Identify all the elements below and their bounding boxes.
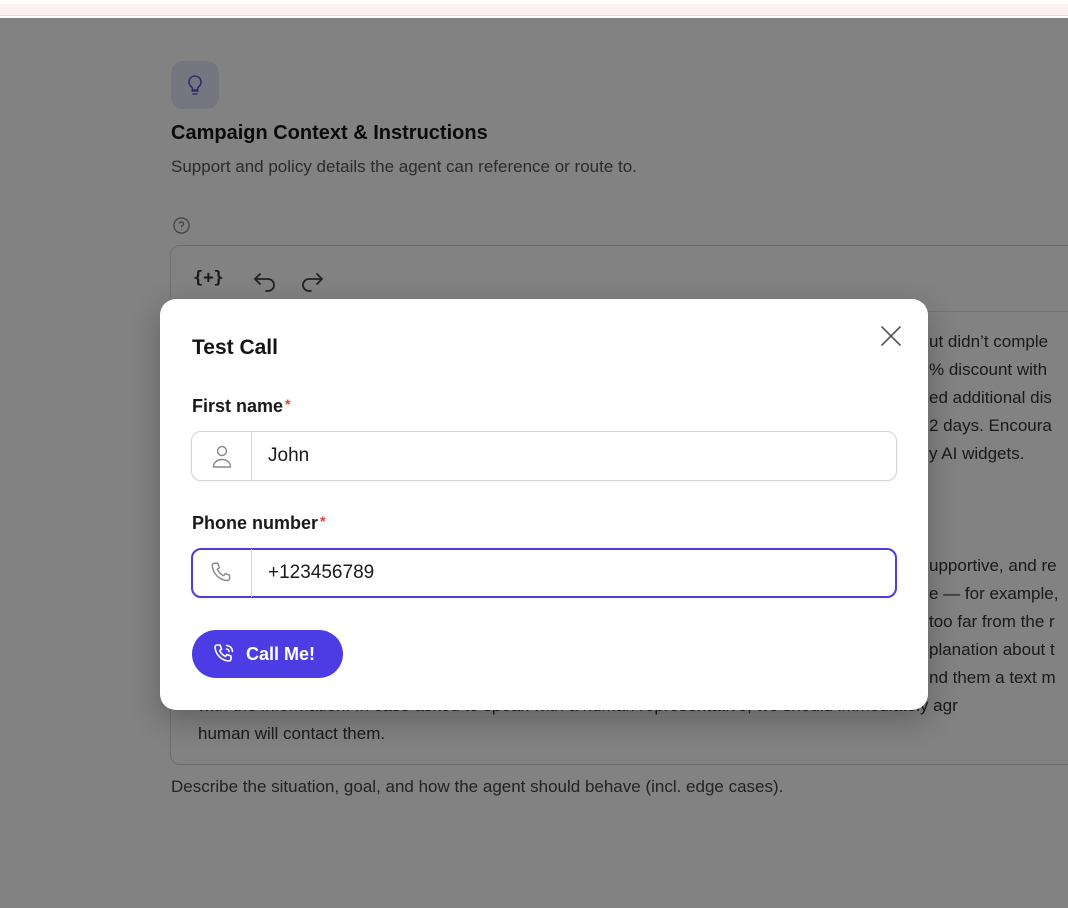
phone-icon (211, 562, 230, 582)
modal-title: Test Call (192, 336, 278, 359)
user-icon (212, 445, 231, 468)
first-name-label-text: First name (192, 396, 284, 416)
phone-number-input[interactable] (253, 550, 893, 596)
first-name-icon-cell (192, 432, 252, 480)
test-call-modal: Test Call First name* Phone number* (160, 299, 928, 710)
first-name-label: First name * (192, 396, 290, 417)
phone-number-field[interactable] (191, 548, 897, 598)
call-me-button-label: Call Me! (246, 643, 316, 664)
first-name-input[interactable] (253, 432, 893, 480)
phone-icon-cell (192, 549, 252, 597)
required-mark: * (320, 513, 326, 529)
phone-number-label: Phone number * (192, 513, 325, 534)
call-me-button[interactable]: Call Me! (192, 630, 343, 678)
phone-number-label-text: Phone number (192, 513, 319, 533)
top-bar (0, 0, 1068, 18)
top-bar-stripe (0, 4, 1068, 16)
page: Campaign Context & Instructions Support … (0, 0, 1068, 908)
first-name-field[interactable] (191, 431, 897, 481)
close-icon[interactable] (878, 323, 904, 349)
required-mark: * (285, 396, 291, 412)
phone-call-icon (214, 644, 234, 662)
